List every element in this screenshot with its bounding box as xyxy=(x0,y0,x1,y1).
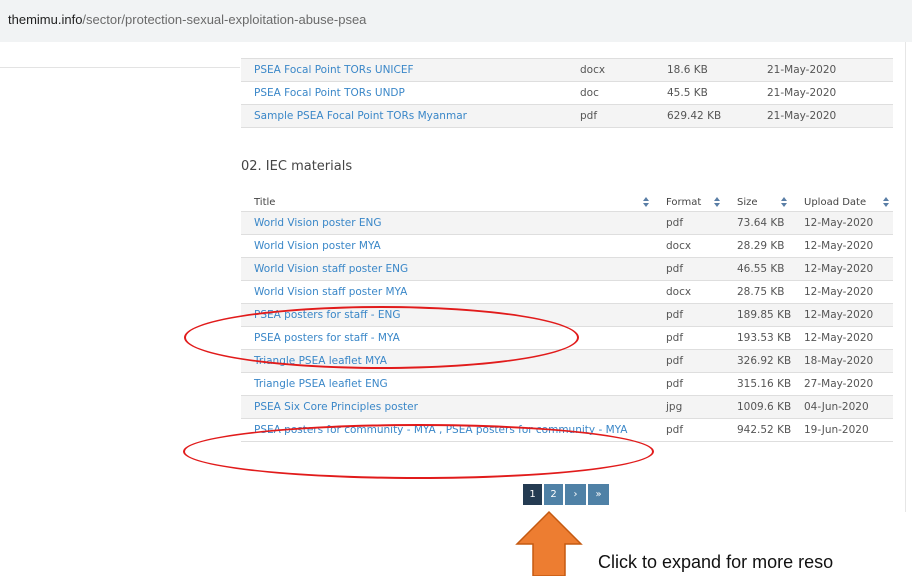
document-link[interactable]: World Vision staff poster ENG xyxy=(254,263,408,275)
date-cell: 21-May-2020 xyxy=(754,58,893,82)
section-heading-iec: 02. IEC materials xyxy=(241,159,353,174)
pagination: 1 2 › » xyxy=(523,484,609,505)
format-cell: doc xyxy=(567,81,654,105)
column-header-size[interactable]: Size xyxy=(724,193,791,212)
document-link[interactable]: World Vision poster ENG xyxy=(254,217,382,229)
format-cell: pdf xyxy=(653,326,724,350)
date-cell: 12-May-2020 xyxy=(791,211,893,235)
url-host: themimu.info xyxy=(8,12,83,27)
title-cell: World Vision staff poster ENG xyxy=(241,257,653,281)
table-row: PSEA Focal Point TORs UNICEF docx 18.6 KB 2… xyxy=(241,58,893,82)
format-cell: pdf xyxy=(653,372,724,396)
document-link[interactable]: Sample PSEA Focal Point TORs Myanmar xyxy=(254,110,467,122)
date-cell: 12-May-2020 xyxy=(791,257,893,281)
date-cell: 12-May-2020 xyxy=(791,326,893,350)
document-link[interactable]: Triangle PSEA leaflet ENG xyxy=(254,378,388,390)
document-link[interactable]: PSEA Focal Point TORs UNICEF xyxy=(254,64,414,76)
title-cell: World Vision staff poster MYA xyxy=(241,280,653,304)
format-cell: pdf xyxy=(653,257,724,281)
url-text[interactable]: themimu.info/sector/protection-sexual-ex… xyxy=(8,12,366,27)
highlight-ellipse-community-posters xyxy=(183,424,654,479)
size-cell: 189.85 KB xyxy=(724,303,791,327)
title-cell: PSEA Focal Point TORs UNDP xyxy=(241,81,567,105)
title-cell: Triangle PSEA leaflet ENG xyxy=(241,372,653,396)
size-cell: 326.92 KB xyxy=(724,349,791,373)
date-cell: 18-May-2020 xyxy=(791,349,893,373)
format-cell: docx xyxy=(653,280,724,304)
title-cell: PSEA Focal Point TORs UNICEF xyxy=(241,58,567,82)
date-cell: 27-May-2020 xyxy=(791,372,893,396)
size-cell: 315.16 KB xyxy=(724,372,791,396)
size-cell: 1009.6 KB xyxy=(724,395,791,419)
table-row: World Vision staff poster MYA docx 28.75 K… xyxy=(241,280,893,304)
column-header-upload-date[interactable]: Upload Date xyxy=(791,193,893,212)
last-page-button[interactable]: » xyxy=(588,484,609,505)
annotation-text: Click to expand for more reso xyxy=(598,552,834,572)
table-row: Triangle PSEA leaflet ENG pdf 315.16 KB 27-… xyxy=(241,372,893,396)
column-header-title[interactable]: Title xyxy=(241,193,653,212)
page-2-button[interactable]: 2 xyxy=(544,484,563,505)
document-link[interactable]: PSEA Six Core Principles poster xyxy=(254,401,418,413)
content-border xyxy=(905,42,906,512)
size-cell: 193.53 KB xyxy=(724,326,791,350)
table-row: World Vision staff poster ENG pdf 46.55 KB… xyxy=(241,257,893,281)
date-cell: 12-May-2020 xyxy=(791,280,893,304)
title-cell: PSEA Six Core Principles poster xyxy=(241,395,653,419)
table-row: PSEA Focal Point TORs UNDP doc 45.5 KB 21-M… xyxy=(241,81,893,105)
page-1-button[interactable]: 1 xyxy=(523,484,542,505)
sort-icon[interactable] xyxy=(781,197,787,207)
sort-icon[interactable] xyxy=(714,197,720,207)
size-cell: 45.5 KB xyxy=(654,81,754,105)
format-cell: pdf xyxy=(653,303,724,327)
size-cell: 28.29 KB xyxy=(724,234,791,258)
table-row: PSEA Six Core Principles poster jpg 1009.6… xyxy=(241,395,893,419)
title-cell: Sample PSEA Focal Point TORs Myanmar xyxy=(241,104,567,128)
url-path: /sector/protection-sexual-exploitation-a… xyxy=(82,12,367,27)
next-page-button[interactable]: › xyxy=(565,484,586,505)
title-cell: World Vision poster MYA xyxy=(241,234,653,258)
sidebar-divider xyxy=(0,67,240,68)
format-cell: pdf xyxy=(567,104,654,128)
size-cell: 73.64 KB xyxy=(724,211,791,235)
table-row: World Vision poster MYA docx 28.29 KB 12-Ma… xyxy=(241,234,893,258)
format-cell: pdf xyxy=(653,349,724,373)
format-cell: docx xyxy=(653,234,724,258)
size-cell: 942.52 KB xyxy=(724,418,791,442)
date-cell: 12-May-2020 xyxy=(791,234,893,258)
size-cell: 28.75 KB xyxy=(724,280,791,304)
table-row: World Vision poster ENG pdf 73.64 KB 12-May… xyxy=(241,211,893,235)
document-link[interactable]: World Vision staff poster MYA xyxy=(254,286,407,298)
document-link[interactable]: World Vision poster MYA xyxy=(254,240,381,252)
size-cell: 46.55 KB xyxy=(724,257,791,281)
highlight-ellipse-staff-posters xyxy=(184,306,579,369)
size-cell: 629.42 KB xyxy=(654,104,754,128)
title-cell: World Vision poster ENG xyxy=(241,211,653,235)
format-cell: pdf xyxy=(653,418,724,442)
address-bar[interactable]: themimu.info/sector/protection-sexual-ex… xyxy=(0,0,912,42)
date-cell: 04-Jun-2020 xyxy=(791,395,893,419)
format-cell: pdf xyxy=(653,211,724,235)
sort-icon[interactable] xyxy=(643,197,649,207)
date-cell: 19-Jun-2020 xyxy=(791,418,893,442)
date-cell: 12-May-2020 xyxy=(791,303,893,327)
up-arrow-icon xyxy=(515,510,583,576)
date-cell: 21-May-2020 xyxy=(754,81,893,105)
focal-point-documents-table: PSEA Focal Point TORs UNICEF docx 18.6 KB 2… xyxy=(241,58,893,128)
table-row: Sample PSEA Focal Point TORs Myanmar pdf 6… xyxy=(241,104,893,128)
format-cell: jpg xyxy=(653,395,724,419)
format-cell: docx xyxy=(567,58,654,82)
sort-icon[interactable] xyxy=(883,197,889,207)
document-link[interactable]: PSEA Focal Point TORs UNDP xyxy=(254,87,405,99)
column-header-format[interactable]: Format xyxy=(653,193,724,212)
size-cell: 18.6 KB xyxy=(654,58,754,82)
date-cell: 21-May-2020 xyxy=(754,104,893,128)
